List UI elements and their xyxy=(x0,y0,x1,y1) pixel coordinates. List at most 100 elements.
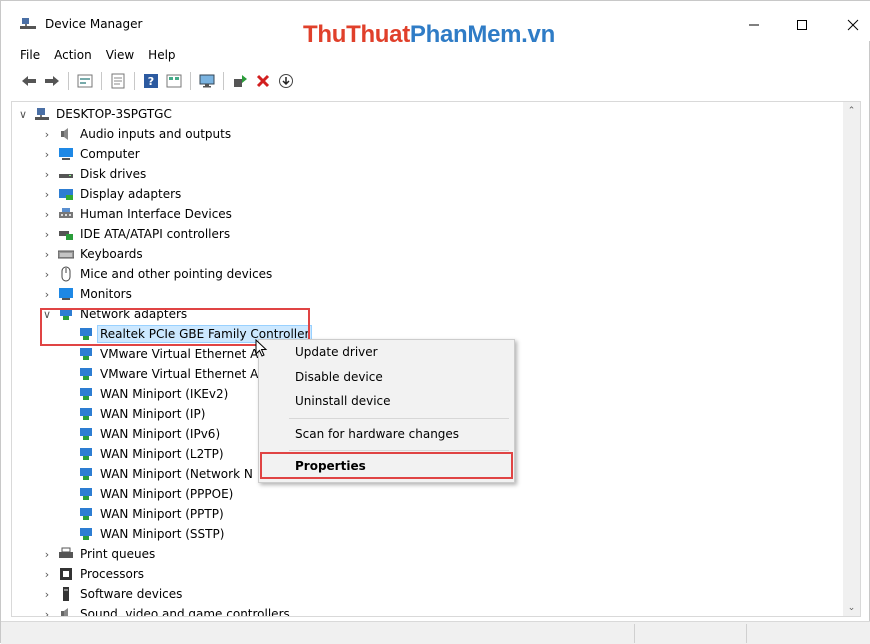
adapter-item[interactable]: WAN Miniport (Network N xyxy=(74,464,253,484)
chevron-right-icon[interactable]: › xyxy=(40,144,54,164)
adapter-item[interactable]: VMware Virtual Ethernet A xyxy=(74,364,258,384)
adapter-label: WAN Miniport (L2TP) xyxy=(100,447,224,461)
show-hide-button[interactable] xyxy=(109,72,127,90)
sound-icon xyxy=(58,606,74,616)
adapter-item[interactable]: VMware Virtual Ethernet A xyxy=(74,344,258,364)
highlight-box-properties xyxy=(260,452,513,479)
properties-toolbar-button[interactable] xyxy=(76,72,94,90)
ctx-update-driver[interactable]: Update driver xyxy=(295,345,378,359)
network-adapter-icon xyxy=(78,526,94,542)
title-bar[interactable]: Device Manager ThuThuatPhanMem.vn xyxy=(1,1,870,48)
ctx-uninstall-device[interactable]: Uninstall device xyxy=(295,394,391,408)
adapter-item[interactable]: WAN Miniport (IKEv2) xyxy=(74,384,228,404)
ctx-scan-hardware[interactable]: Scan for hardware changes xyxy=(295,427,459,441)
tree-category[interactable]: › Disk drives xyxy=(40,164,146,184)
chevron-right-icon[interactable]: › xyxy=(40,204,54,224)
tree-category[interactable]: › Display adapters xyxy=(40,184,181,204)
watermark-logo: ThuThuatPhanMem.vn xyxy=(303,21,555,49)
maximize-button[interactable] xyxy=(779,9,825,41)
menu-view[interactable]: View xyxy=(99,45,141,65)
chevron-right-icon[interactable]: › xyxy=(40,564,54,584)
tree-root[interactable]: ∨ DESKTOP-3SPGTGC xyxy=(16,104,172,124)
network-adapter-icon xyxy=(78,386,94,402)
uninstall-button[interactable] xyxy=(254,72,272,90)
adapter-item[interactable]: WAN Miniport (L2TP) xyxy=(74,444,224,464)
chevron-right-icon[interactable]: › xyxy=(40,544,54,564)
keyboard-icon xyxy=(57,246,75,262)
category-label: Software devices xyxy=(80,587,183,601)
tree-category[interactable]: › Print queues xyxy=(40,544,155,564)
menu-help[interactable]: Help xyxy=(141,45,182,65)
tree-category[interactable]: › Audio inputs and outputs xyxy=(40,124,231,144)
category-label: Processors xyxy=(80,567,145,581)
chevron-down-icon[interactable]: ∨ xyxy=(16,104,30,124)
chevron-right-icon[interactable]: › xyxy=(40,244,54,264)
watermark-part1: ThuThuat xyxy=(303,21,410,48)
device-manager-icon xyxy=(20,17,36,31)
adapter-label: WAN Miniport (SSTP) xyxy=(100,527,225,541)
chevron-right-icon[interactable]: › xyxy=(40,584,54,604)
computer-icon xyxy=(58,146,74,162)
chevron-right-icon[interactable]: › xyxy=(40,164,54,184)
tree-category[interactable]: › Mice and other pointing devices xyxy=(40,264,272,284)
forward-button[interactable] xyxy=(43,72,61,90)
adapter-item[interactable]: WAN Miniport (PPPOE) xyxy=(74,484,233,504)
close-icon xyxy=(847,19,859,31)
tree-category[interactable]: › Processors xyxy=(40,564,144,584)
adapter-label: WAN Miniport (IKEv2) xyxy=(100,387,229,401)
monitor-icon xyxy=(199,74,215,88)
network-adapter-icon xyxy=(78,426,94,442)
menu-file[interactable]: File xyxy=(1,45,47,65)
tree-category[interactable]: › Keyboards xyxy=(40,244,143,264)
tree-category[interactable]: › Sound, video and game controllers xyxy=(40,604,290,617)
processor-icon xyxy=(58,566,74,582)
monitor-button[interactable] xyxy=(198,72,216,90)
chevron-right-icon[interactable]: › xyxy=(40,224,54,244)
minimize-button[interactable] xyxy=(731,9,777,41)
scroll-up-icon[interactable]: ⌃ xyxy=(843,102,860,119)
tree-category[interactable]: › Computer xyxy=(40,144,140,164)
computer-root-icon xyxy=(34,106,50,122)
toolbar-separator xyxy=(68,72,69,90)
network-adapter-icon xyxy=(78,366,94,382)
menu-bar: File Action View Help xyxy=(1,45,183,65)
adapter-item[interactable]: WAN Miniport (PPTP) xyxy=(74,504,224,524)
mouse-cursor-icon xyxy=(255,338,271,359)
help-button[interactable]: ? xyxy=(142,72,160,90)
svg-text:?: ? xyxy=(148,75,154,88)
chevron-right-icon[interactable]: › xyxy=(40,264,54,284)
scan-hardware-button[interactable] xyxy=(277,72,295,90)
tree-category[interactable]: › Human Interface Devices xyxy=(40,204,232,224)
adapter-item[interactable]: WAN Miniport (IPv6) xyxy=(74,424,220,444)
uninstall-icon xyxy=(256,74,270,88)
chevron-right-icon[interactable]: › xyxy=(40,124,54,144)
printer-icon xyxy=(58,546,74,562)
tree-category[interactable]: › Monitors xyxy=(40,284,132,304)
close-button[interactable] xyxy=(830,9,870,41)
update-driver-button[interactable] xyxy=(231,72,249,90)
tree-category[interactable]: › IDE ATA/ATAPI controllers xyxy=(40,224,230,244)
display-adapter-icon xyxy=(58,186,74,202)
chevron-right-icon[interactable]: › xyxy=(40,184,54,204)
menu-action[interactable]: Action xyxy=(47,45,99,65)
monitor-icon xyxy=(58,286,74,302)
ctx-disable-device[interactable]: Disable device xyxy=(295,370,383,384)
vertical-scrollbar[interactable]: ⌃ ⌄ xyxy=(843,102,860,616)
chevron-right-icon[interactable]: › xyxy=(40,284,54,304)
status-bar xyxy=(1,621,870,644)
adapter-item[interactable]: WAN Miniport (IP) xyxy=(74,404,205,424)
view-button[interactable] xyxy=(165,72,183,90)
network-adapter-icon xyxy=(78,486,94,502)
window-title: Device Manager xyxy=(45,17,143,31)
tree-category[interactable]: › Software devices xyxy=(40,584,182,604)
category-label: Human Interface Devices xyxy=(80,207,232,221)
adapter-label: WAN Miniport (IPv6) xyxy=(100,427,221,441)
chevron-right-icon[interactable]: › xyxy=(40,604,54,617)
maximize-icon xyxy=(797,20,807,30)
scroll-down-icon[interactable]: ⌄ xyxy=(843,599,860,616)
category-label: Mice and other pointing devices xyxy=(80,267,273,281)
adapter-item[interactable]: WAN Miniport (SSTP) xyxy=(74,524,224,544)
adapter-label: VMware Virtual Ethernet A xyxy=(100,367,259,381)
scan-hardware-icon xyxy=(279,74,293,88)
back-button[interactable] xyxy=(20,72,38,90)
